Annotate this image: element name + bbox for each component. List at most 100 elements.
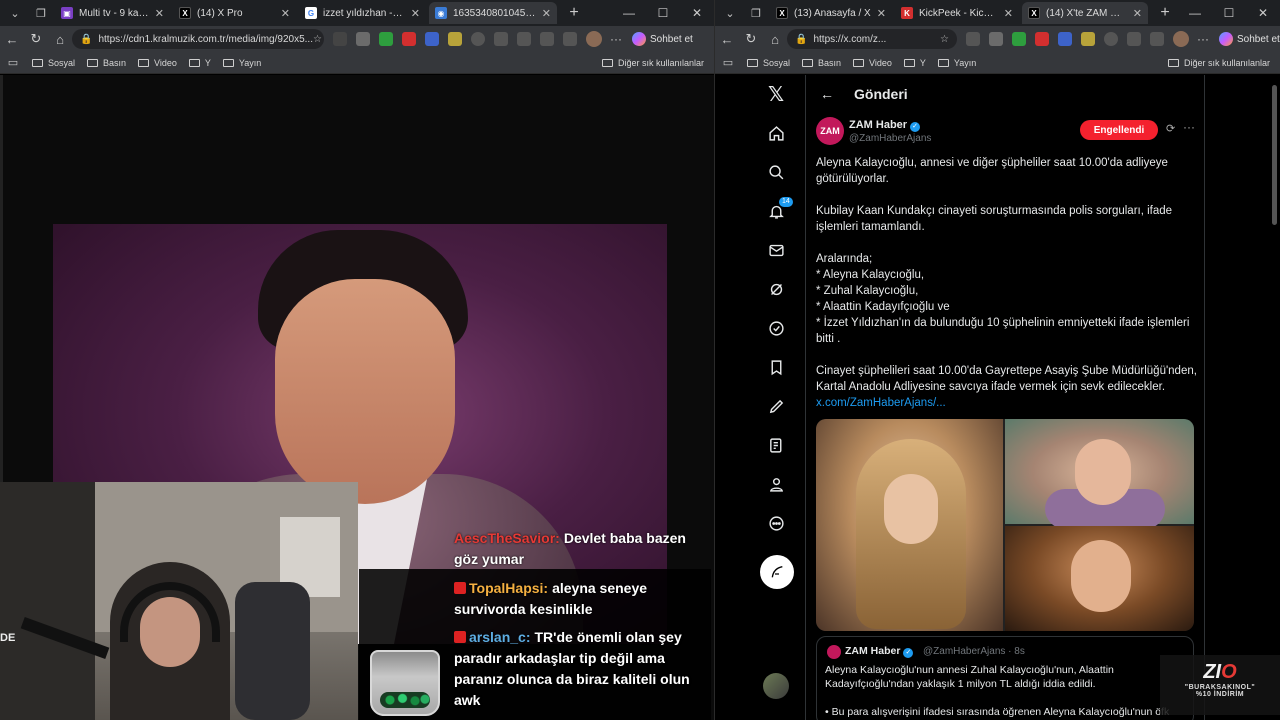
- media-photo-1[interactable]: [816, 419, 1003, 631]
- split-screen-icon[interactable]: [1127, 32, 1141, 46]
- close-window-icon[interactable]: ✕: [1246, 0, 1280, 26]
- home-nav-icon[interactable]: [755, 119, 797, 147]
- maximize-icon[interactable]: ☐: [1212, 0, 1246, 26]
- bookmark-folder-sosyal[interactable]: Sosyal: [32, 58, 75, 68]
- minimize-icon[interactable]: —: [1178, 0, 1212, 26]
- notifications-nav-icon[interactable]: 14: [755, 197, 797, 225]
- close-tab-icon[interactable]: ✕: [281, 7, 290, 20]
- menu-dots-icon[interactable]: ···: [610, 32, 622, 46]
- bookmarks-nav-icon[interactable]: [755, 353, 797, 381]
- bookmark-folder-video[interactable]: Video: [138, 58, 177, 68]
- favorite-star-icon[interactable]: ☆: [940, 34, 949, 45]
- back-icon[interactable]: ←: [715, 32, 739, 47]
- other-favorites[interactable]: Diğer sık kullanılanlar: [1167, 58, 1270, 68]
- sync-icon[interactable]: [1104, 32, 1118, 46]
- extension-icon[interactable]: [966, 32, 980, 46]
- translate-icon[interactable]: [425, 32, 439, 46]
- tab-actions-icon[interactable]: ⌄: [4, 2, 26, 24]
- x-logo-icon[interactable]: 𝕏: [755, 80, 797, 108]
- bookmark-menu-icon[interactable]: ▭: [6, 52, 20, 74]
- close-tab-icon[interactable]: ✕: [542, 7, 551, 20]
- messages-nav-icon[interactable]: [755, 236, 797, 264]
- extension-icon[interactable]: [379, 32, 393, 46]
- sync-icon[interactable]: [471, 32, 485, 46]
- favorites-icon[interactable]: [1150, 32, 1164, 46]
- bookmark-folder-y[interactable]: Y: [188, 58, 211, 68]
- close-window-icon[interactable]: ✕: [680, 0, 714, 26]
- close-tab-icon[interactable]: ✕: [1133, 7, 1142, 20]
- compose-post-button[interactable]: [760, 555, 794, 589]
- new-tab-icon[interactable]: +: [1154, 4, 1176, 22]
- profile-nav-icon[interactable]: [755, 470, 797, 498]
- workspaces-icon[interactable]: ❐: [745, 2, 767, 24]
- url-field[interactable]: 🔒 https://cdn1.kralmuzik.com.tr/media/im…: [72, 29, 324, 49]
- close-tab-icon[interactable]: ✕: [1004, 7, 1013, 20]
- browser-essentials-icon[interactable]: [540, 32, 554, 46]
- scrollbar-thumb[interactable]: [1272, 85, 1277, 225]
- home-icon[interactable]: ⌂: [48, 32, 72, 47]
- media-photo-2[interactable]: [1005, 419, 1194, 529]
- media-photo-3[interactable]: [1005, 526, 1194, 631]
- bookmark-folder-y[interactable]: Y: [903, 58, 926, 68]
- bookmark-folder-yayin[interactable]: Yayın: [222, 58, 261, 68]
- tab-image[interactable]: ◉ 1635340801045-izzzz.jpg ✕: [429, 2, 557, 24]
- workspaces-icon[interactable]: ❐: [30, 2, 52, 24]
- extension-icon[interactable]: [448, 32, 462, 46]
- other-favorites[interactable]: Diğer sık kullanılanlar: [601, 58, 704, 68]
- author-name-row[interactable]: ZAM Haber ✓: [849, 119, 921, 132]
- collections-icon[interactable]: [563, 32, 577, 46]
- bookmark-folder-sosyal[interactable]: Sosyal: [747, 58, 790, 68]
- tab-multitv[interactable]: ▣ Multi tv - 9 kanal izleniyor ✕: [55, 2, 170, 24]
- back-icon[interactable]: ←: [0, 32, 24, 47]
- close-tab-icon[interactable]: ✕: [155, 7, 164, 20]
- post-media-grid[interactable]: [816, 419, 1194, 631]
- bookmark-folder-basin[interactable]: Basın: [87, 58, 126, 68]
- url-field[interactable]: 🔒 https://x.com/z... ☆: [787, 29, 957, 49]
- more-nav-icon[interactable]: [755, 509, 797, 537]
- extension-icon[interactable]: [402, 32, 416, 46]
- profile-avatar[interactable]: [586, 31, 602, 47]
- quoted-post[interactable]: ZAM Haber ✓ @ZamHaberAjans · 8s Aleyna Ka…: [816, 636, 1194, 720]
- blocked-button[interactable]: Engellendi: [1080, 120, 1158, 140]
- account-avatar[interactable]: [763, 673, 789, 699]
- profile-avatar[interactable]: [1173, 31, 1189, 47]
- refresh-icon[interactable]: ↻: [24, 31, 48, 47]
- extension-icon[interactable]: [989, 32, 1003, 46]
- menu-dots-icon[interactable]: ···: [1197, 32, 1209, 46]
- tab-google[interactable]: G izzet yıldızhan - Google'd ✕: [299, 2, 426, 24]
- copilot-button[interactable]: Sohbet et: [1219, 32, 1280, 46]
- tab-kickpeek[interactable]: K KickPeek - Kick.com için ✕: [895, 2, 1019, 24]
- close-tab-icon[interactable]: ✕: [877, 7, 886, 20]
- post-link[interactable]: x.com/ZamHaberAjans/...: [816, 397, 946, 409]
- lists-nav-icon[interactable]: [755, 431, 797, 459]
- tab-actions-icon[interactable]: ⌄: [719, 2, 741, 24]
- copilot-button[interactable]: Sohbet et: [632, 32, 693, 46]
- search-nav-icon[interactable]: [755, 158, 797, 186]
- premium-nav-icon[interactable]: [755, 392, 797, 420]
- back-arrow-icon[interactable]: ←: [820, 86, 834, 102]
- grok-nav-icon[interactable]: [755, 275, 797, 303]
- maximize-icon[interactable]: ☐: [646, 0, 680, 26]
- home-icon[interactable]: ⌂: [763, 32, 787, 47]
- author-handle[interactable]: @ZamHaberAjans: [849, 133, 931, 144]
- bookmark-folder-video[interactable]: Video: [853, 58, 892, 68]
- translate-icon[interactable]: [1058, 32, 1072, 46]
- new-tab-icon[interactable]: +: [563, 4, 585, 22]
- bookmark-folder-yayin[interactable]: Yayın: [937, 58, 976, 68]
- page-scrollbar[interactable]: [1272, 75, 1277, 720]
- grok-explain-icon[interactable]: ⟳: [1166, 122, 1175, 135]
- tab-x-post[interactable]: X (14) X'te ZAM Haber: "Al ✕: [1022, 2, 1148, 24]
- favorite-star-icon[interactable]: ☆: [313, 34, 322, 45]
- split-screen-icon[interactable]: [494, 32, 508, 46]
- verified-orgs-nav-icon[interactable]: [755, 314, 797, 342]
- extension-icon[interactable]: [1035, 32, 1049, 46]
- bookmark-folder-basin[interactable]: Basın: [802, 58, 841, 68]
- extension-icon[interactable]: [356, 32, 370, 46]
- refresh-icon[interactable]: ↻: [739, 31, 763, 47]
- extension-icon[interactable]: [333, 32, 347, 46]
- tab-xpro[interactable]: X (14) X Pro ✕: [173, 2, 296, 24]
- bookmark-menu-icon[interactable]: ▭: [721, 52, 735, 74]
- extension-icon[interactable]: [1012, 32, 1026, 46]
- extension-icon[interactable]: [1081, 32, 1095, 46]
- close-tab-icon[interactable]: ✕: [411, 7, 420, 20]
